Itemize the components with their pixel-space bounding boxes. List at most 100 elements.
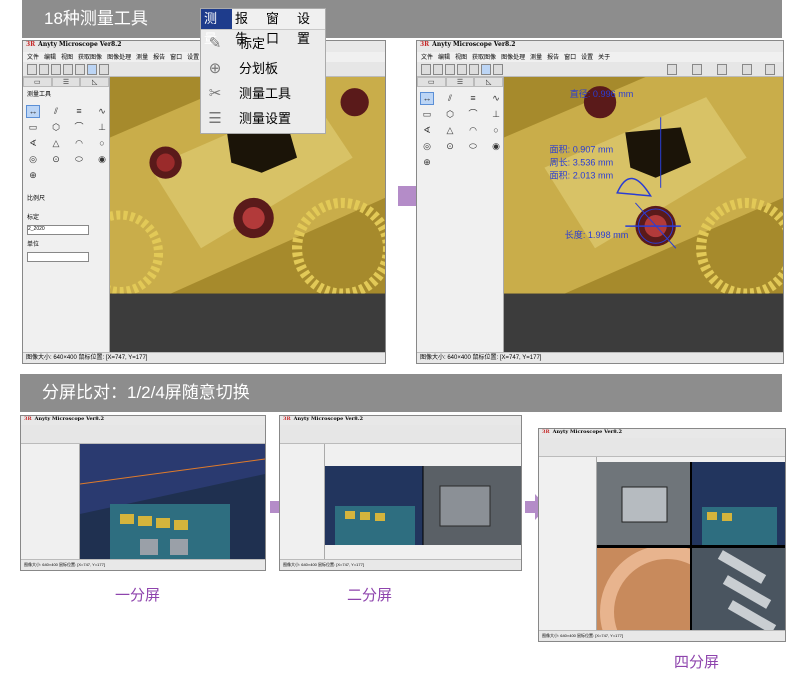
menu-settings[interactable]: 设置	[187, 52, 199, 62]
menu-window-zoomed[interactable]: 窗口	[263, 9, 294, 46]
menu-about[interactable]: 关于	[598, 52, 610, 62]
left-panel	[21, 444, 80, 560]
ellipse-tool-icon[interactable]: ⬭	[73, 154, 85, 165]
left-panel: ▭ ☰ ◺ 测量工具 ↔ ⫽ ≡ ∿ ▭ ⬡ ⌒ ⊥ ∢ △ ◠ ○ ◎ ⊙ ⬭…	[23, 77, 110, 353]
rotate-icon[interactable]	[765, 64, 775, 75]
menu-measure-zoomed[interactable]: 测量	[201, 9, 232, 46]
tools-label: 测量工具	[27, 92, 52, 98]
triangle-tool-icon[interactable]: △	[50, 138, 62, 149]
menu-acquire[interactable]: 获取图像	[472, 52, 496, 62]
calib-select[interactable]: 2_2020	[27, 225, 89, 235]
concentric-tool-icon[interactable]: ◎	[27, 154, 39, 165]
menu-view[interactable]: 视图	[61, 52, 73, 62]
menu-window[interactable]: 窗口	[170, 52, 182, 62]
capture-icon[interactable]	[51, 64, 61, 75]
save-icon[interactable]	[433, 64, 443, 75]
menu-settings-zoomed[interactable]: 设置	[294, 9, 325, 46]
unit-select[interactable]	[27, 252, 89, 262]
polygon-tool-icon[interactable]: ⬡	[444, 109, 456, 120]
point-circle-tool-icon[interactable]: ◉	[96, 154, 108, 165]
quad-view[interactable]	[597, 462, 785, 631]
menu-process[interactable]: 图像处理	[501, 52, 525, 62]
multi-line-tool-icon[interactable]: ≡	[467, 93, 479, 104]
tab-list[interactable]: ☰	[51, 77, 81, 87]
menu-item-measure-settings[interactable]: ☰ 测量设置	[201, 105, 325, 130]
menu-view[interactable]: 视图	[455, 52, 467, 62]
play-icon[interactable]	[87, 64, 97, 75]
copy-icon[interactable]	[469, 64, 479, 75]
menu-report[interactable]: 报告	[547, 52, 559, 62]
tab-image[interactable]: ▭	[417, 77, 446, 87]
rect-icon[interactable]	[667, 64, 677, 75]
count-tool-icon[interactable]: ⊕	[27, 170, 39, 181]
tab-measure[interactable]: ◺	[80, 77, 110, 87]
menu-acquire[interactable]: 获取图像	[78, 52, 102, 62]
count-tool-icon[interactable]: ⊕	[421, 157, 433, 168]
arc-tool-icon[interactable]: ◠	[73, 138, 85, 149]
point-circle-tool-icon[interactable]: ◉	[490, 141, 502, 152]
pcb-view[interactable]	[80, 444, 265, 560]
line-tool-icon[interactable]: ↔	[26, 105, 40, 118]
save-icon[interactable]	[39, 64, 49, 75]
menu-measure[interactable]: 测量	[530, 52, 542, 62]
concentric-tool-icon[interactable]: ◎	[421, 141, 433, 152]
menu-window[interactable]: 窗口	[564, 52, 576, 62]
menu-edit[interactable]: 编辑	[44, 52, 56, 62]
play-icon[interactable]	[481, 64, 491, 75]
settings-icon[interactable]	[493, 64, 503, 75]
filter-icon[interactable]	[692, 64, 702, 75]
record-icon[interactable]	[63, 64, 73, 75]
ellipse-tool-icon[interactable]: ⬭	[467, 141, 479, 152]
triangle-tool-icon[interactable]: △	[444, 125, 456, 136]
angle-tool-icon[interactable]: ∢	[27, 138, 39, 149]
menu-report-zoomed[interactable]: 报告	[232, 9, 263, 46]
arc-tool-icon[interactable]: ◠	[467, 125, 479, 136]
open-icon[interactable]	[27, 64, 37, 75]
polyline-tool-icon[interactable]: ⌒	[467, 109, 479, 120]
circle-tool-icon[interactable]: ○	[96, 138, 108, 149]
angle-tool-icon[interactable]: ∢	[421, 125, 433, 136]
tab-measure[interactable]: ◺	[474, 77, 504, 87]
tab-list[interactable]: ☰	[445, 77, 475, 87]
pcb-view-dual[interactable]	[325, 466, 521, 545]
center-circle-tool-icon[interactable]: ⊙	[50, 154, 62, 165]
parallel-tool-icon[interactable]: ⫽	[50, 106, 62, 117]
open-icon[interactable]	[421, 64, 431, 75]
record-icon[interactable]	[457, 64, 467, 75]
polyline-tool-icon[interactable]: ⌒	[73, 122, 85, 133]
menu-report[interactable]: 报告	[153, 52, 165, 62]
polygon-tool-icon[interactable]: ⬡	[50, 122, 62, 133]
center-circle-tool-icon[interactable]: ⊙	[444, 141, 456, 152]
zoom-in-icon[interactable]	[742, 64, 752, 75]
menu-file[interactable]: 文件	[27, 52, 39, 62]
capture-icon[interactable]	[445, 64, 455, 75]
rect-tool-icon[interactable]: ▭	[27, 122, 39, 133]
circle-tool-icon[interactable]: ○	[490, 125, 502, 136]
menu-process[interactable]: 图像处理	[107, 52, 131, 62]
multi-line-tool-icon[interactable]: ≡	[73, 106, 85, 117]
menu-measure[interactable]: 测量	[136, 52, 148, 62]
zoom-icon[interactable]	[717, 64, 727, 75]
menu-file[interactable]: 文件	[421, 52, 433, 62]
parallel-tool-icon[interactable]: ⫽	[444, 93, 456, 104]
perpendicular-tool-icon[interactable]: ⊥	[490, 109, 502, 120]
line-tool-icon[interactable]: ↔	[420, 92, 434, 105]
title-bar: 3R Anyty Microscope Ver8.2	[21, 416, 265, 425]
menu-item-reticle[interactable]: ⊕ 分划板	[201, 55, 325, 80]
copy-icon[interactable]	[75, 64, 85, 75]
banner-title: 分屏比对：1/2/4屏随意切换	[42, 383, 250, 402]
menu-item-measure-tools[interactable]: ✂ 测量工具	[201, 80, 325, 105]
curve-tool-icon[interactable]: ∿	[96, 106, 108, 117]
curve-tool-icon[interactable]: ∿	[490, 93, 502, 104]
settings-icon[interactable]	[99, 64, 109, 75]
perpendicular-tool-icon[interactable]: ⊥	[96, 122, 108, 133]
banner-title: 18种测量工具	[44, 9, 148, 28]
menu-item-label: 分划板	[239, 61, 279, 76]
tab-image[interactable]: ▭	[23, 77, 52, 87]
image-view[interactable]: 直径: 0.996 mm 面积: 0.907 mm 周长: 3.536 mm 面…	[504, 77, 783, 353]
status-bar: 图像大小: 640×400 鼠标位置: [X=747, Y=177]	[417, 352, 783, 363]
rect-tool-icon[interactable]: ▭	[421, 109, 433, 120]
panel-tabs: ▭ ☰ ◺	[23, 77, 110, 87]
menu-settings[interactable]: 设置	[581, 52, 593, 62]
menu-edit[interactable]: 编辑	[438, 52, 450, 62]
